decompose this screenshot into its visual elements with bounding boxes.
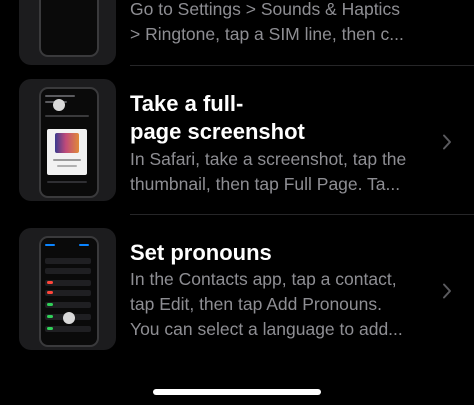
mini-add-dot — [47, 315, 53, 318]
tip-description-line: thumbnail, then tap Full Page. Ta... — [130, 174, 401, 194]
chevron-right-icon — [443, 134, 451, 150]
chevron-right-icon — [443, 283, 451, 299]
mini-text — [47, 181, 87, 183]
tip-title-line: Set pronouns — [130, 240, 272, 265]
phone-mockup — [39, 87, 99, 198]
mini-list-row — [45, 258, 91, 264]
mini-remove-dot — [47, 281, 53, 284]
tip-thumbnail — [19, 79, 116, 201]
tip-title-line: Take a full- — [130, 91, 244, 116]
home-indicator[interactable] — [153, 389, 321, 395]
mini-text — [53, 159, 81, 161]
mini-add-dot — [47, 327, 53, 330]
tip-description-line: You can select a language to add... — [130, 319, 403, 339]
tip-description-line: In Safari, take a screenshot, tap the — [130, 149, 407, 169]
mini-text — [57, 165, 77, 167]
tip-thumbnail — [19, 0, 116, 65]
mini-toolbar — [45, 244, 55, 246]
mini-add-dot — [47, 303, 53, 306]
tip-description: Go to Settings > Sounds & Haptics > Ring… — [130, 0, 426, 47]
mini-product-image — [55, 133, 79, 153]
tip-row-ringtone[interactable]: Go to Settings > Sounds & Haptics > Ring… — [0, 0, 474, 65]
tip-row-set-pronouns[interactable]: Set pronouns In the Contacts app, tap a … — [0, 214, 474, 364]
phone-mockup — [39, 0, 99, 57]
mini-toolbar — [45, 115, 89, 117]
tip-description-line: In the Contacts app, tap a contact, — [130, 269, 397, 289]
mini-list-row — [45, 268, 91, 274]
tip-title: Set pronouns — [130, 239, 272, 267]
tip-description: In Safari, take a screenshot, tap the th… — [130, 147, 426, 197]
mini-remove-dot — [47, 291, 53, 294]
phone-mockup — [39, 236, 99, 347]
tip-description: In the Contacts app, tap a contact, tap … — [130, 267, 426, 342]
tip-description-line: Go to Settings > Sounds & Haptics — [130, 0, 400, 19]
tip-thumbnail — [19, 228, 116, 350]
tips-list: Go to Settings > Sounds & Haptics > Ring… — [0, 0, 474, 405]
tip-description-line: tap Edit, then tap Add Pronouns. — [130, 294, 382, 314]
mini-toolbar — [45, 95, 75, 97]
mini-toolbar — [79, 244, 89, 246]
tip-title: Take a full- page screenshot — [130, 90, 305, 146]
touch-indicator — [63, 312, 75, 324]
tip-description-line: > Ringtone, tap a SIM line, then c... — [130, 24, 404, 44]
tip-title-line: page screenshot — [130, 119, 305, 144]
tip-row-full-page-screenshot[interactable]: Take a full- page screenshot In Safari, … — [0, 65, 474, 214]
touch-indicator — [53, 99, 65, 111]
